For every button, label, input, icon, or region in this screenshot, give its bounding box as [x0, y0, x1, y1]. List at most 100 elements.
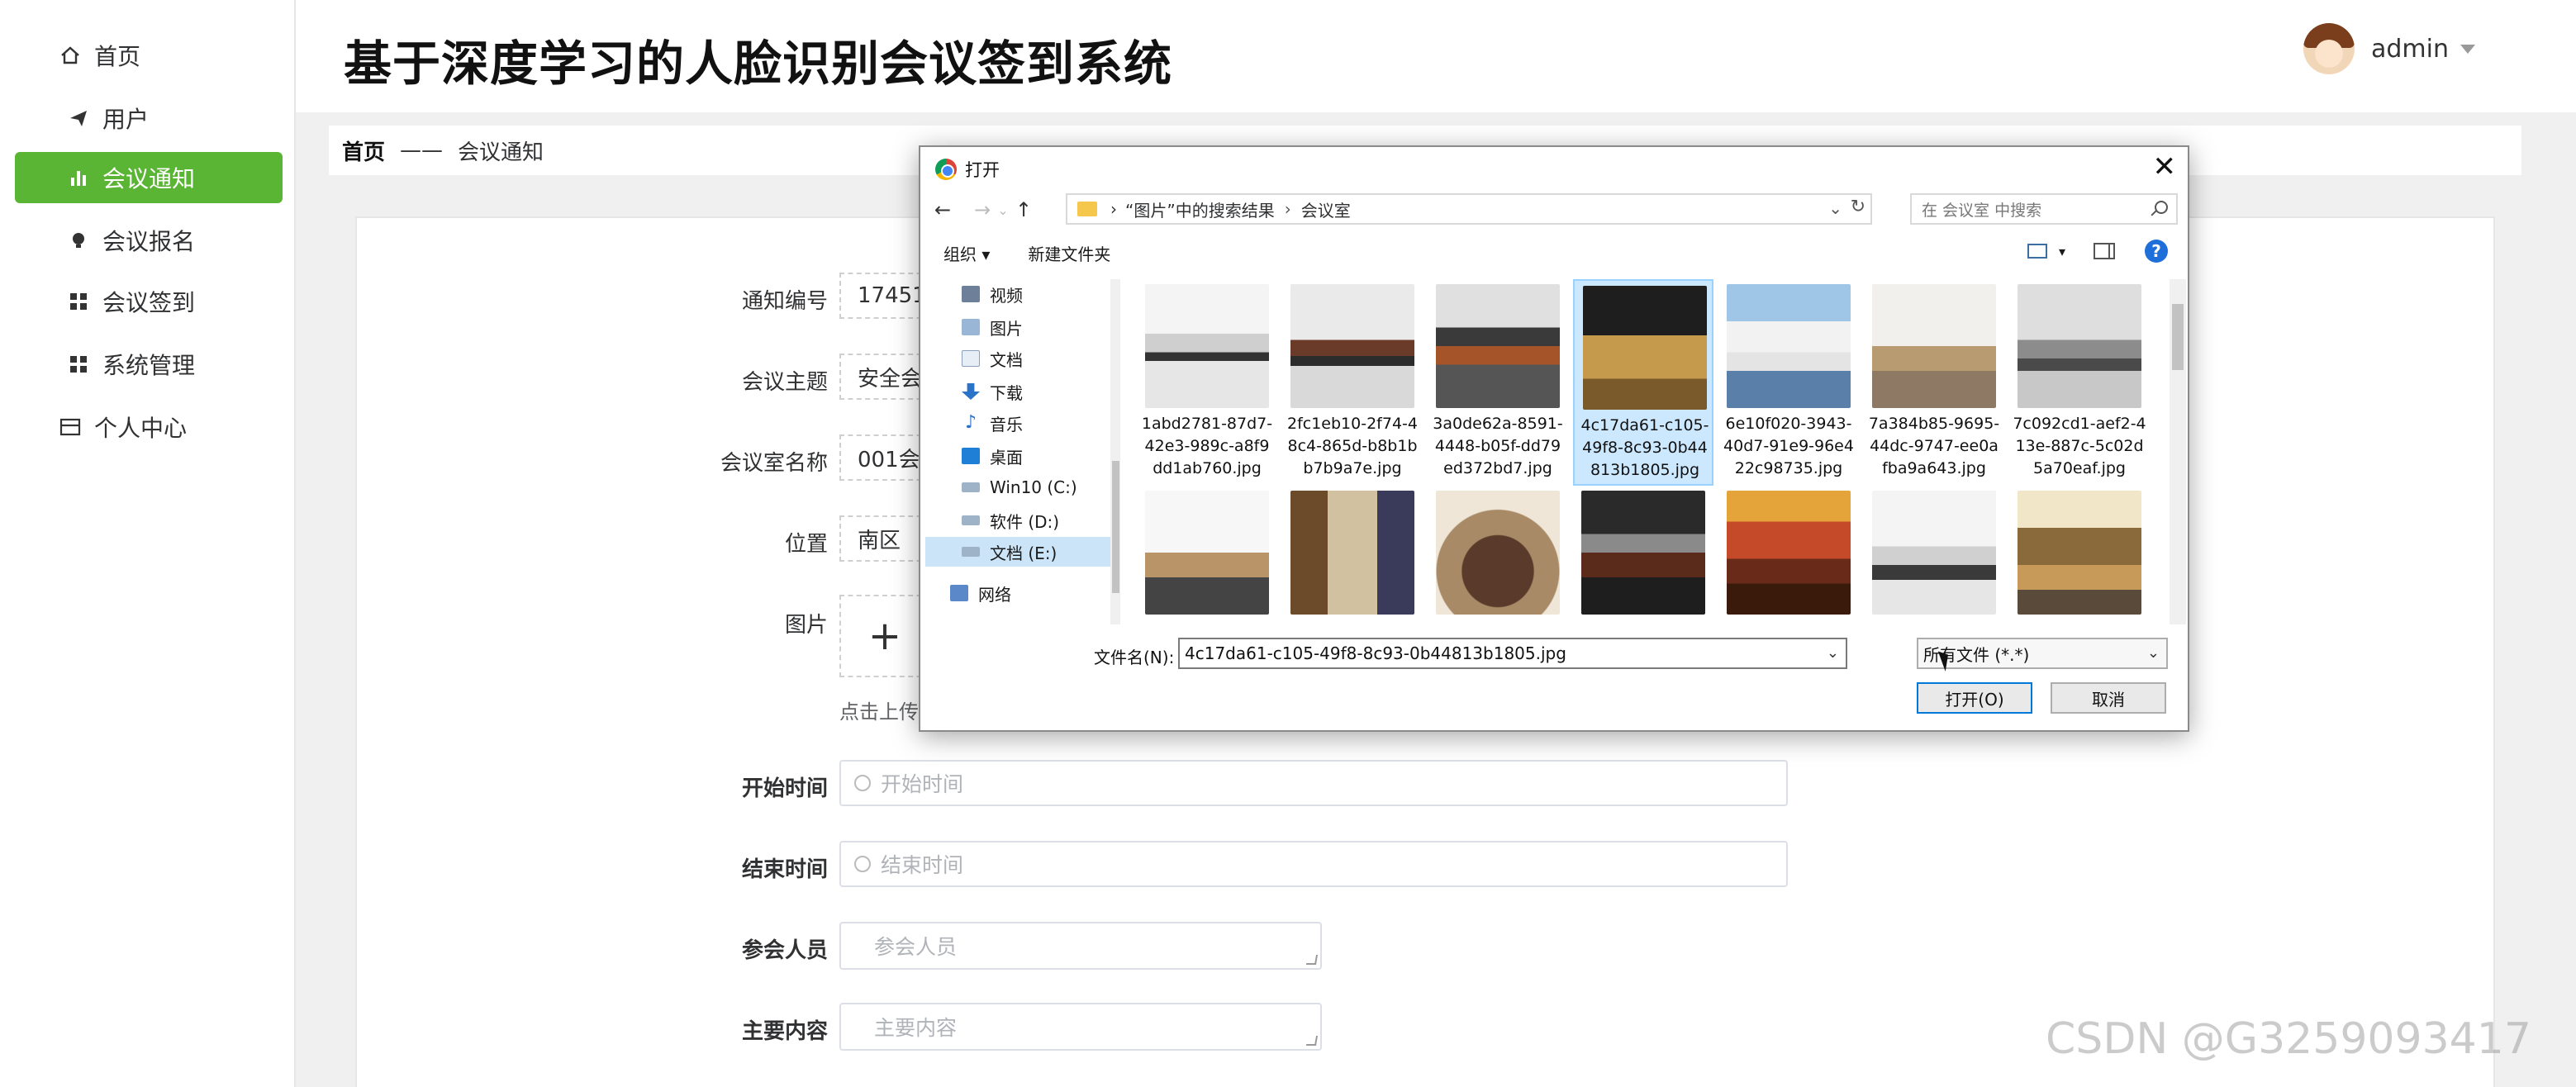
image-label: 图片 [784, 613, 828, 638]
tree-item-label: 文档 (E:) [990, 543, 1057, 563]
tree-item-label: 音乐 [990, 414, 1023, 434]
location-field[interactable]: 南区 [839, 515, 930, 562]
content-textarea[interactable]: 主要内容 [839, 1003, 1322, 1051]
file-item[interactable]: 7a384b85-9695-44dc-9747-ee0afba9a643.jpg [1864, 279, 2004, 486]
chevron-down-icon[interactable]: ▾ [2059, 244, 2065, 259]
image-thumbnail [1290, 491, 1414, 615]
organize-button[interactable]: 组织 ▾ [943, 241, 990, 265]
open-button[interactable]: 打开(O) [1917, 682, 2032, 714]
attendees-label: 参会人员 [741, 938, 828, 963]
filename-input[interactable]: 4c17da61-c105-49f8-8c93-0b44813b1805.jpg… [1178, 638, 1847, 669]
room-field[interactable]: 001会议 [839, 434, 930, 481]
search-icon[interactable] [2155, 201, 2168, 214]
user-menu[interactable]: admin [2303, 23, 2475, 74]
dialog-titlebar: 打开 [935, 157, 1000, 182]
notice-no-field[interactable]: 17451 [839, 273, 930, 319]
tree-item-label: 下载 [990, 382, 1023, 403]
tree-item-music[interactable]: ♪ 音乐 [962, 408, 1119, 438]
tree-item-drive-d[interactable]: 软件 (D:) [962, 506, 1119, 535]
sidebar-item-meeting-notice[interactable]: 会议通知 [15, 152, 283, 203]
sidebar-item-system[interactable]: 系统管理 [66, 339, 281, 390]
file-item[interactable] [1864, 486, 2004, 624]
image-thumbnail [1583, 286, 1707, 410]
tree-item-documents[interactable]: 文档 [962, 344, 1119, 373]
image-thumbnail [2018, 491, 2141, 615]
address-segment[interactable]: “图片”中的搜索结果 [1125, 197, 1275, 221]
sidebar: 首页 用户 会议通知 会议报名 会议签到 系统管理 个人中心 [0, 0, 296, 1087]
tree-item-drive-c[interactable]: Win10 (C:) [962, 472, 1119, 502]
address-segment[interactable]: 会议室 [1301, 197, 1351, 221]
tree-item-downloads[interactable]: 下载 [962, 377, 1119, 406]
cancel-button[interactable]: 取消 [2051, 682, 2166, 714]
breadcrumb-home[interactable]: 首页 [342, 135, 385, 166]
forward-icon[interactable]: → [970, 198, 995, 221]
chevron-down-icon[interactable]: ⌄ [2147, 644, 2160, 662]
close-icon[interactable]: ✕ [2153, 150, 2177, 183]
filetype-select[interactable]: 所有文件 (*.*) ⌄ [1917, 638, 2168, 669]
chevron-down-icon[interactable] [2460, 44, 2475, 54]
sidebar-item-label: 系统管理 [102, 352, 196, 379]
tree-item-pictures[interactable]: 图片 [962, 312, 1119, 342]
image-upload-button[interactable]: + [839, 595, 930, 677]
filename-value: 4c17da61-c105-49f8-8c93-0b44813b1805.jpg [1185, 643, 1566, 663]
user-name[interactable]: admin [2371, 35, 2449, 64]
recent-dropdown-icon[interactable]: ⌄ [995, 202, 1011, 218]
file-grid-scrollbar[interactable] [2170, 279, 2186, 624]
avatar[interactable] [2303, 23, 2355, 74]
address-bar[interactable]: › “图片”中的搜索结果 › 会议室 ⌄ ↻ [1066, 193, 1872, 225]
file-name: 6e10f020-3943-40d7-91e9-96e422c98735.jpg [1723, 415, 1854, 477]
view-icon[interactable] [2027, 244, 2047, 259]
sidebar-item-users[interactable]: 用户 [66, 93, 281, 144]
refresh-icon[interactable]: ↻ [1851, 197, 1865, 217]
organize-label: 组织 [943, 244, 977, 264]
start-time-input[interactable]: 开始时间 [839, 760, 1788, 806]
preview-pane-icon[interactable] [2094, 243, 2115, 259]
folder-search-input[interactable]: 在 会议室 中搜索 [1910, 193, 2178, 225]
clock-icon [854, 775, 871, 791]
end-time-label: 结束时间 [741, 857, 828, 882]
file-item[interactable] [1573, 486, 1713, 624]
file-item[interactable]: 7c092cd1-aef2-413e-887c-5c02d5a70eaf.jpg [2009, 279, 2150, 486]
tree-item-desktop[interactable]: 桌面 [962, 441, 1119, 471]
file-item[interactable] [1137, 486, 1277, 624]
sidebar-item-label: 用户 [102, 106, 150, 133]
attendees-textarea[interactable]: 参会人员 [839, 922, 1322, 970]
image-thumbnail [1145, 491, 1269, 615]
new-folder-button[interactable]: 新建文件夹 [1028, 241, 1110, 265]
file-item[interactable] [2009, 486, 2150, 624]
up-icon[interactable]: ↑ [1011, 198, 1036, 221]
sidebar-item-checkin[interactable]: 会议签到 [66, 276, 281, 327]
file-item[interactable]: 6e10f020-3943-40d7-91e9-96e422c98735.jpg [1718, 279, 1859, 486]
back-icon[interactable]: ← [930, 198, 955, 221]
breadcrumb-chevron-icon: › [1110, 199, 1117, 219]
navigation-bar: ← → ⌄ ↑ › “图片”中的搜索结果 › 会议室 ⌄ ↻ 在 会议室 中搜索 [930, 193, 2178, 226]
sidebar-item-label: 会议签到 [102, 289, 196, 316]
chevron-down-icon[interactable]: ⌄ [1828, 198, 1842, 218]
watermark: CSDN @G3259093417 [2046, 1014, 2531, 1064]
help-icon[interactable]: ? [2145, 240, 2168, 263]
file-item[interactable]: 2fc1eb10-2f74-48c4-865d-b8b1bb7b9a7e.jpg [1282, 279, 1423, 486]
image-thumbnail [1872, 284, 1996, 408]
sidebar-item-home[interactable]: 首页 [58, 30, 281, 81]
tree-scrollbar[interactable] [1110, 279, 1119, 624]
file-item[interactable] [1428, 486, 1568, 624]
file-name: 7c092cd1-aef2-413e-887c-5c02d5a70eaf.jpg [2013, 415, 2146, 477]
breadcrumb-current: 会议通知 [458, 140, 544, 165]
sidebar-item-registration[interactable]: 会议报名 [66, 215, 281, 266]
documents-folder-icon [962, 350, 980, 367]
tree-item-network[interactable]: 网络 [950, 578, 1119, 608]
chevron-down-icon[interactable]: ⌄ [1827, 644, 1839, 662]
file-item[interactable]: 3a0de62a-8591-4448-b05f-dd79ed372bd7.jpg [1428, 279, 1568, 486]
end-time-input[interactable]: 结束时间 [839, 841, 1788, 887]
image-thumbnail [2018, 284, 2141, 408]
card-icon [58, 415, 83, 439]
file-item-selected[interactable]: 4c17da61-c105-49f8-8c93-0b44813b1805.jpg [1573, 279, 1713, 486]
sidebar-item-profile[interactable]: 个人中心 [58, 401, 281, 453]
file-item[interactable] [1718, 486, 1859, 624]
file-item[interactable] [1282, 486, 1423, 624]
folder-icon [1077, 202, 1097, 216]
tree-item-drive-e[interactable]: 文档 (E:) [925, 537, 1110, 567]
topic-field[interactable]: 安全会 [839, 354, 930, 400]
file-item[interactable]: 1abd2781-87d7-42e3-989c-a8f9dd1ab760.jpg [1137, 279, 1277, 486]
tree-item-videos[interactable]: 视频 [962, 279, 1119, 309]
